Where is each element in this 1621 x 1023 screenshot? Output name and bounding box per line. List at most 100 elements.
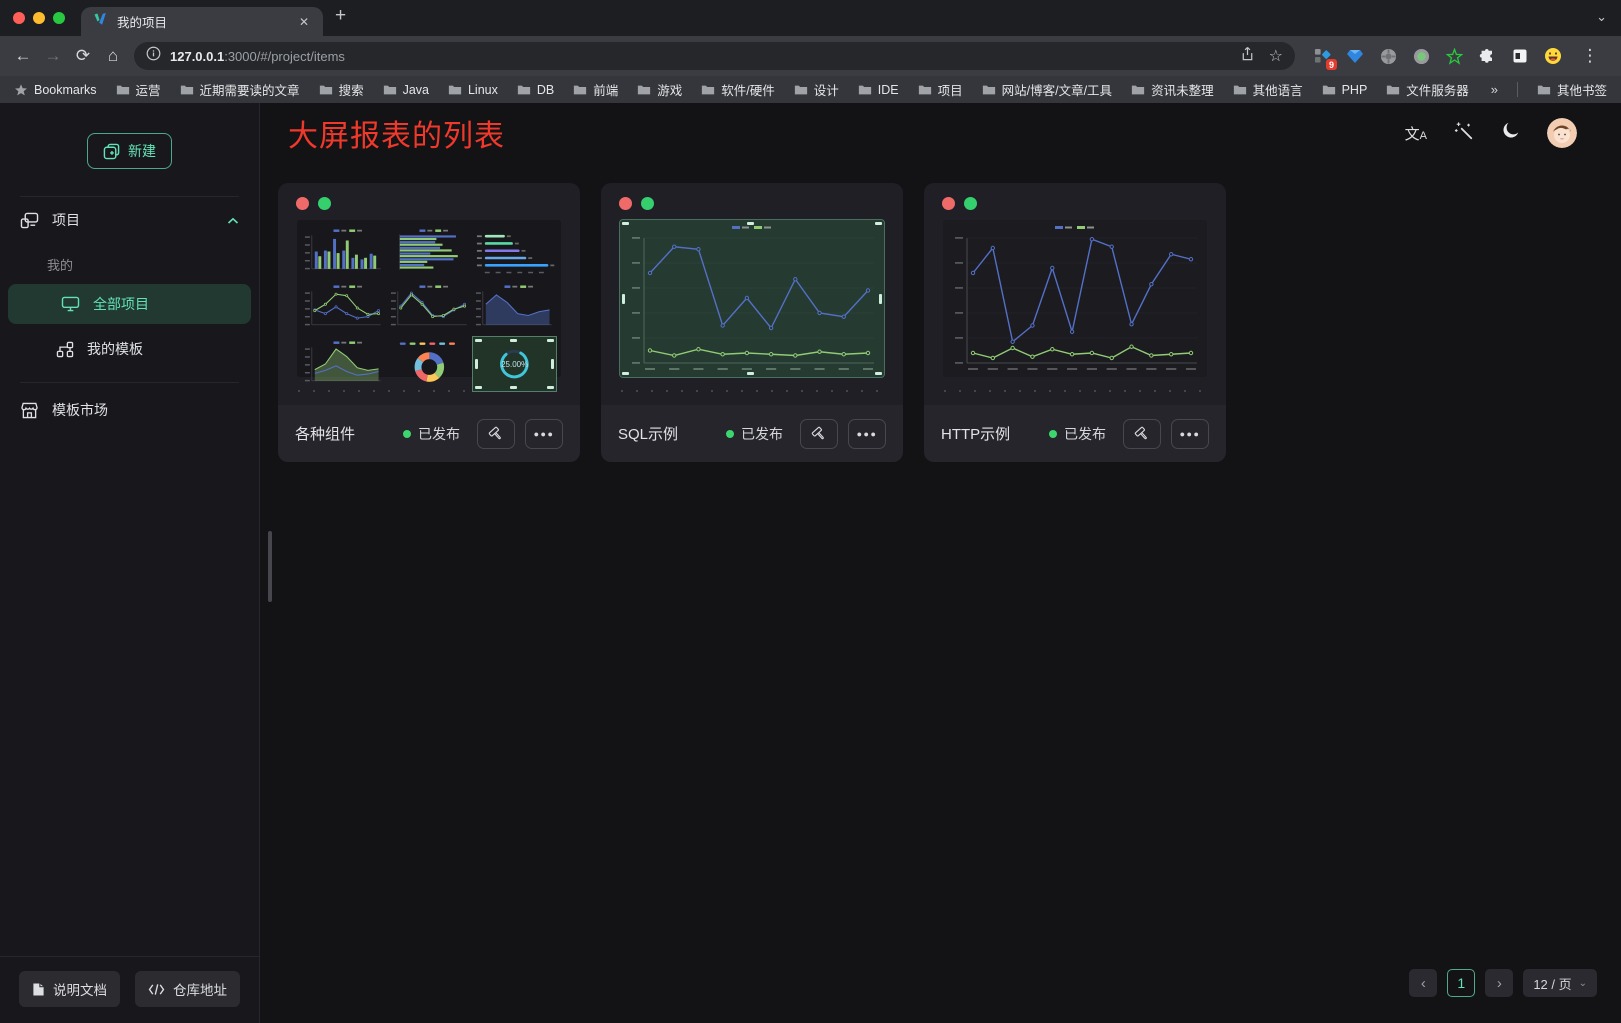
tab-manager-extension-icon[interactable]: 9 [1311,45,1333,67]
bookmark-folder[interactable]: 其他语言 [1233,80,1303,99]
selection-handle[interactable] [875,222,882,225]
sidebar-item-template-market[interactable]: 模板市场 [0,387,259,433]
browser-menu-icon[interactable]: ⋮ [1575,41,1605,71]
selection-handle[interactable] [747,222,754,225]
current-page-button[interactable]: 1 [1447,969,1475,997]
bookmark-folder[interactable]: 网站/博客/文章/工具 [982,80,1112,99]
bookmark-folder[interactable]: 文件服务器 [1386,80,1469,99]
bookmark-folder[interactable]: 近期需要读的文章 [180,80,300,99]
window-close-button[interactable] [13,12,25,24]
bookmark-folder[interactable]: IDE [858,83,899,97]
bookmark-folder[interactable]: 资讯未整理 [1131,80,1214,99]
tab-search-icon[interactable]: ⌄ [1596,9,1607,25]
bookmark-star-icon[interactable]: ☆ [1269,46,1283,66]
bookmarks-bar: Bookmarks 运营近期需要读的文章搜索 Java Linux DB 前端游戏软件/… [0,76,1621,103]
magic-wand-icon[interactable] [1454,121,1474,146]
emoji-extension-icon[interactable] [1542,45,1564,67]
project-thumbnail[interactable] [620,220,884,377]
folder-icon [1322,84,1336,96]
bookmark-folder[interactable]: 设计 [794,80,839,99]
page-size-select[interactable]: 12 / 页 ⌄ [1523,969,1597,997]
back-icon[interactable]: ← [8,41,38,71]
selection-handle[interactable] [875,372,882,375]
tab-close-icon[interactable]: ✕ [295,13,313,31]
status-dot [726,430,734,438]
bookmark-folder[interactable]: 游戏 [637,80,682,99]
bookmark-folder[interactable]: 运营 [116,80,161,99]
new-tab-button[interactable]: + [323,5,358,31]
chevron-up-icon[interactable] [227,212,239,228]
dotted-divider [944,390,1206,392]
repo-button[interactable]: 仓库地址 [135,971,240,1007]
project-card[interactable]: HTTP示例 已发布 ●●● [924,183,1226,462]
dark-reader-extension-icon[interactable] [1509,45,1531,67]
selection-handle[interactable] [622,372,629,375]
sidebar-group-mine: 我的 [0,243,259,282]
window-minimize-button[interactable] [33,12,45,24]
green-star-extension-icon[interactable] [1443,45,1465,67]
project-thumbnail[interactable]: 25.00% [297,220,561,377]
bookmark-folder[interactable]: 项目 [918,80,963,99]
other-bookmarks-folder[interactable]: 其他书签 [1537,80,1607,99]
bookmark-label: Java [403,83,429,97]
bookmarks-label: Bookmarks [34,83,97,97]
more-button[interactable]: ●●● [848,419,886,449]
extensions-puzzle-icon[interactable] [1476,45,1498,67]
project-card[interactable]: SQL示例 已发布 ●●● [601,183,903,462]
docs-button[interactable]: 说明文档 [19,971,120,1007]
selection-handle[interactable] [879,294,882,304]
bookmark-folder[interactable]: Linux [448,83,498,97]
bookmarks-root[interactable]: Bookmarks [14,83,97,97]
bookmark-folder[interactable]: 前端 [573,80,618,99]
green-dot-extension-icon[interactable] [1410,45,1432,67]
selection-handle[interactable] [747,372,754,375]
address-bar[interactable]: 127.0.0.1:3000/#/project/items ☆ [134,42,1295,70]
selection-handle[interactable] [475,386,482,389]
sidebar-item-all-projects[interactable]: 全部项目 [8,284,251,324]
project-thumbnail[interactable] [943,220,1207,377]
selection-handle[interactable] [475,359,478,369]
edit-button[interactable] [477,419,515,449]
scrollbar-thumb[interactable] [268,531,272,602]
diamond-extension-icon[interactable] [1344,45,1366,67]
site-info-icon[interactable] [146,46,161,66]
hammer-icon [1134,426,1150,442]
bookmark-folder[interactable]: Java [383,83,429,97]
bookmarks-overflow-chevron[interactable]: » [1491,82,1498,97]
next-page-button[interactable]: › [1485,969,1513,997]
more-button[interactable]: ●●● [1171,419,1209,449]
sidebar-item-my-templates[interactable]: 我的模板 [0,326,259,372]
selection-handle[interactable] [547,339,554,342]
bookmark-folder[interactable]: PHP [1322,83,1368,97]
reload-icon[interactable]: ⟳ [68,41,98,71]
prev-page-button[interactable]: ‹ [1409,969,1437,997]
sidebar-section-project[interactable]: 项目 [0,197,259,243]
selection-handle[interactable] [622,294,625,304]
selection-handle[interactable] [510,339,517,342]
language-icon[interactable]: 文A [1405,123,1427,144]
edit-button[interactable] [800,419,838,449]
selection-handle[interactable] [547,386,554,389]
browser-tab[interactable]: 我的项目 ✕ [81,7,323,36]
selection-handle[interactable] [622,222,629,225]
window-zoom-button[interactable] [53,12,65,24]
folder-icon [517,84,531,96]
selection-handle[interactable] [551,359,554,369]
new-project-button[interactable]: 新建 [87,133,172,169]
more-button[interactable]: ●●● [525,419,563,449]
edit-button[interactable] [1123,419,1161,449]
user-avatar[interactable] [1547,118,1577,148]
project-card[interactable]: 25.00% 各种组件 已发布 ●●● [278,183,580,462]
forward-icon[interactable]: → [38,41,68,71]
bookmark-folder[interactable]: DB [517,83,554,97]
bookmark-label: Linux [468,83,498,97]
home-icon[interactable]: ⌂ [98,41,128,71]
selection-handle[interactable] [510,386,517,389]
gray-wheel-extension-icon[interactable] [1377,45,1399,67]
share-icon[interactable] [1240,46,1255,67]
bookmark-folder[interactable]: 搜索 [319,80,364,99]
dark-mode-moon-icon[interactable] [1501,121,1520,145]
url-host: 127.0.0.1 [170,49,224,64]
ellipsis-icon: ●●● [534,429,555,439]
bookmark-folder[interactable]: 软件/硬件 [701,80,774,99]
